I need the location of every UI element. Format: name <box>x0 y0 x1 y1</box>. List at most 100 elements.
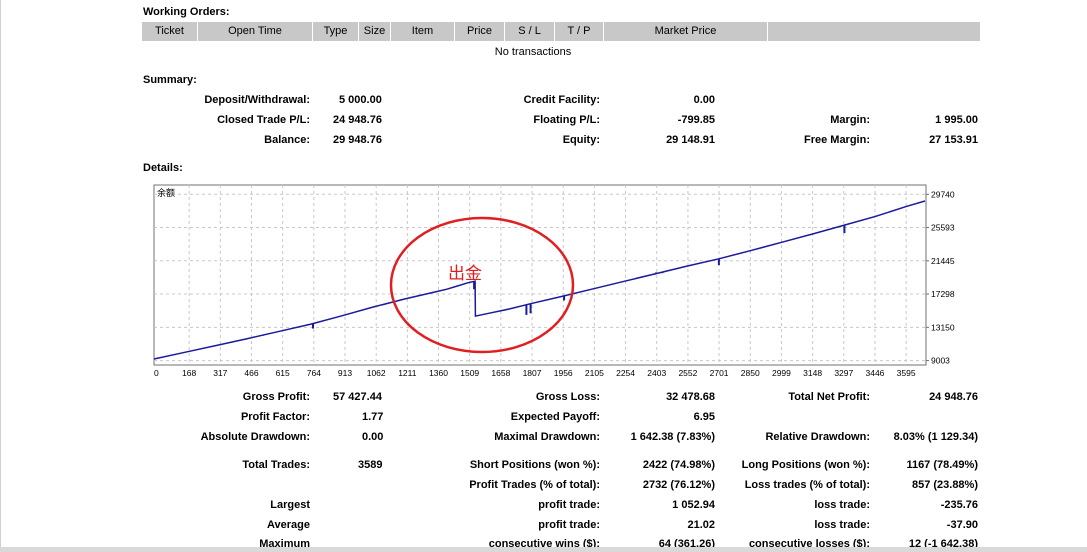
absolute-drawdown-label: Absolute Drawdown: <box>200 431 310 443</box>
equity-value: 29 148.91 <box>666 134 715 146</box>
y-tick-label: 29740 <box>931 189 955 199</box>
x-tick-label: 2254 <box>616 368 635 378</box>
x-tick-label: 1360 <box>429 368 448 378</box>
x-tick-label: 3297 <box>834 368 853 378</box>
short-positions-label: Short Positions (won %): <box>469 459 600 471</box>
x-tick-label: 1658 <box>491 368 510 378</box>
long-positions-value: 1167 (78.49%) <box>906 459 978 471</box>
x-tick-label: 1062 <box>367 368 386 378</box>
x-tick-label: 1956 <box>554 368 573 378</box>
working-orders-title: Working Orders: <box>143 6 230 18</box>
x-tick-label: 2850 <box>741 368 760 378</box>
free-margin-value: 27 153.91 <box>929 134 978 146</box>
average-label: Average <box>266 519 310 531</box>
average-profit-label: profit trade: <box>538 519 600 531</box>
margin-value: 1 995.00 <box>935 114 978 126</box>
y-tick-label: 9003 <box>931 356 950 366</box>
floating-pl-value: -799.85 <box>677 114 715 126</box>
gross-profit-label: Gross Profit: <box>242 391 310 403</box>
largest-profit-value: 1 052.94 <box>672 499 715 511</box>
floating-pl-label: Floating P/L: <box>533 114 600 126</box>
y-tick-label: 25593 <box>931 223 955 233</box>
deposit-label: Deposit/Withdrawal: <box>204 94 310 106</box>
left-border <box>0 0 1 552</box>
closed-pl-label: Closed Trade P/L: <box>217 114 310 126</box>
y-tick-label: 17298 <box>931 289 955 299</box>
total-trades-value: 3589 <box>358 459 383 471</box>
y-tick-label: 21445 <box>931 256 955 266</box>
x-tick-label: 2403 <box>647 368 666 378</box>
total-net-profit-value: 24 948.76 <box>929 391 978 403</box>
x-tick-label: 3148 <box>803 368 822 378</box>
x-tick-label: 2999 <box>772 368 791 378</box>
free-margin-label: Free Margin: <box>803 134 870 146</box>
deposit-value: 5 000.00 <box>339 94 382 106</box>
no-transactions-text: No transactions <box>494 46 572 58</box>
largest-profit-label: profit trade: <box>538 499 600 511</box>
total-net-profit-label: Total Net Profit: <box>788 391 870 403</box>
profit-trades-value: 2732 (76.12%) <box>642 479 715 491</box>
x-tick-label: 1211 <box>398 368 417 378</box>
equity-label: Equity: <box>562 134 600 146</box>
summary-title: Summary: <box>143 74 197 86</box>
col-sl: S / L <box>505 22 555 41</box>
credit-label: Credit Facility: <box>523 94 600 106</box>
x-tick-label: 615 <box>276 368 290 378</box>
col-type: Type <box>313 22 359 41</box>
average-profit-value: 21.02 <box>687 519 715 531</box>
col-item: Item <box>391 22 455 41</box>
credit-value: 0.00 <box>693 94 715 106</box>
col-tp: T / P <box>555 22 604 41</box>
col-open-time: Open Time <box>198 22 313 41</box>
expected-payoff-value: 6.95 <box>693 411 715 423</box>
margin-label: Margin: <box>830 114 870 126</box>
gross-loss-value: 32 478.68 <box>666 391 715 403</box>
maximal-drawdown-value: 1 642.38 (7.83%) <box>630 431 715 443</box>
short-positions-value: 2422 (74.98%) <box>642 459 715 471</box>
y-tick-label: 13150 <box>931 322 955 332</box>
largest-label: Largest <box>270 499 310 511</box>
maximal-drawdown-label: Maximal Drawdown: <box>494 431 600 443</box>
profit-factor-label: Profit Factor: <box>240 411 310 423</box>
col-extra <box>768 22 980 41</box>
bottom-scroll-edge <box>0 547 1087 552</box>
col-market-price: Market Price <box>604 22 768 41</box>
relative-drawdown-value: 8.03% (1 129.34) <box>893 431 978 443</box>
long-positions-label: Long Positions (won %): <box>741 459 870 471</box>
relative-drawdown-label: Relative Drawdown: <box>765 431 870 443</box>
x-tick-label: 2552 <box>678 368 697 378</box>
loss-trades-value: 857 (23.88%) <box>911 479 978 491</box>
x-tick-label: 1509 <box>460 368 479 378</box>
x-tick-label: 913 <box>338 368 352 378</box>
balance-label: Balance: <box>264 134 310 146</box>
gross-loss-label: Gross Loss: <box>535 391 600 403</box>
profit-trades-label: Profit Trades (% of total): <box>469 479 600 491</box>
working-orders-header: Ticket Open Time Type Size Item Price S … <box>142 22 980 41</box>
x-tick-label: 466 <box>244 368 258 378</box>
x-tick-label: 3595 <box>897 368 916 378</box>
gross-profit-value: 57 427.44 <box>333 391 382 403</box>
col-price: Price <box>455 22 505 41</box>
closed-pl-value: 24 948.76 <box>333 114 382 126</box>
details-title: Details: <box>143 162 183 174</box>
legend-label: 余额 <box>157 187 175 198</box>
absolute-drawdown-value: 0.00 <box>362 431 384 443</box>
col-size: Size <box>359 22 391 41</box>
largest-loss-value: -235.76 <box>940 499 978 511</box>
average-loss-label: loss trade: <box>814 519 870 531</box>
x-tick-label: 0 <box>154 368 159 378</box>
balance-value: 29 948.76 <box>333 134 382 146</box>
x-tick-label: 2105 <box>585 368 604 378</box>
x-tick-label: 3446 <box>865 368 884 378</box>
balance-chart: 0 168 317 466 615 764 913 1062 1211 1360 1509 1658 1… <box>142 180 980 380</box>
x-tick-label: 764 <box>307 368 321 378</box>
profit-factor-value: 1.77 <box>362 411 384 423</box>
balance-chart-svg: 0 168 317 466 615 764 913 1062 1211 1360 1509 1658 1… <box>153 184 955 378</box>
average-loss-value: -37.90 <box>946 519 978 531</box>
x-tick-label: 2701 <box>710 368 729 378</box>
largest-loss-label: loss trade: <box>814 499 870 511</box>
annotation-label: 出金 <box>448 264 482 283</box>
expected-payoff-label: Expected Payoff: <box>510 411 600 423</box>
col-ticket: Ticket <box>142 22 198 41</box>
total-trades-label: Total Trades: <box>242 459 310 471</box>
